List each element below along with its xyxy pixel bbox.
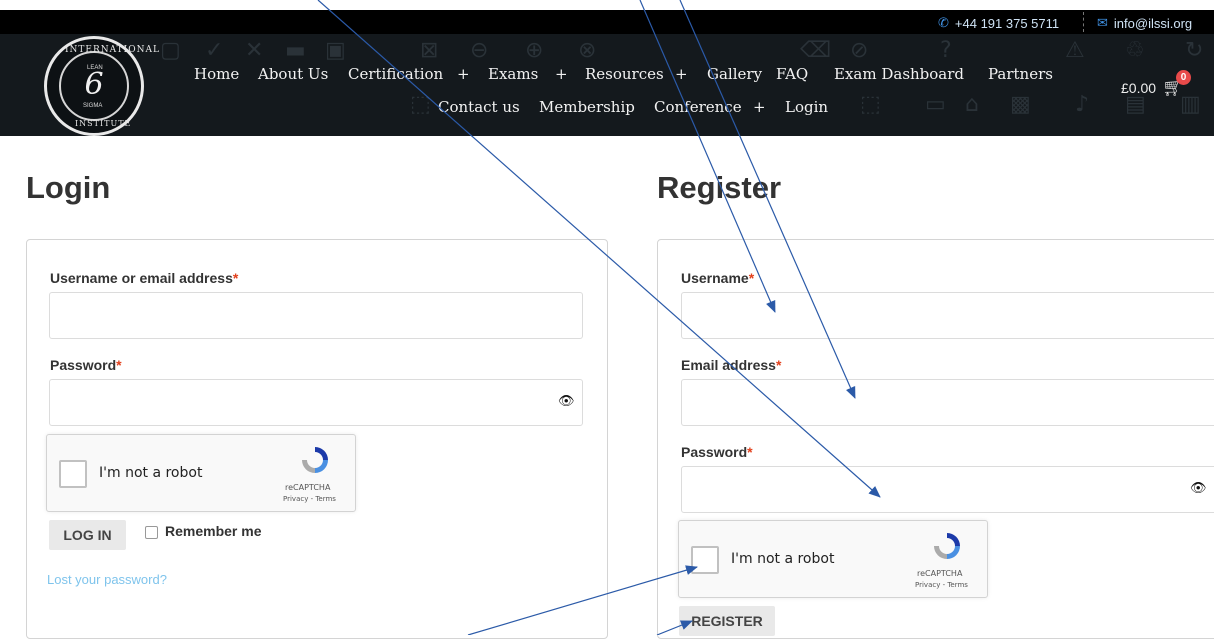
nav-faq[interactable]: FAQ	[776, 65, 808, 83]
site-header: ▢ ✓ ✕ ▬ ▣ ⊠ ⊖ ⊕ ⊗ ⌫ ⊘? ⚠ ♲ ↻ ⬚ ⬚ ▭ ⌂ ▩ ♪ ▤ ▥ INTERNATI…	[0, 34, 1214, 136]
recaptcha-label: I'm not a robot	[99, 465, 203, 481]
register-username-input[interactable]	[681, 292, 1214, 339]
envelope-icon: ✉	[1097, 15, 1108, 30]
register-recaptcha-checkbox[interactable]	[691, 546, 719, 574]
nav-resources-expand[interactable]: +	[675, 65, 688, 83]
nav-about-us[interactable]: About Us	[258, 65, 328, 83]
recaptcha-logo-icon	[302, 447, 328, 473]
nav-partners[interactable]: Partners	[988, 65, 1053, 83]
remember-me-checkbox[interactable]	[145, 526, 158, 539]
show-password-eye-icon[interactable]: 👁︎	[558, 393, 575, 409]
nav-login[interactable]: Login	[785, 98, 828, 116]
logo-text-bottom: INSTITUTE	[75, 119, 132, 128]
nav-contact-us[interactable]: Contact us	[438, 98, 520, 116]
nav-exams[interactable]: Exams	[488, 65, 538, 83]
register-password-label: Password*	[681, 444, 753, 460]
logo-six: 6	[84, 67, 104, 102]
cart-total[interactable]: £0.00	[1121, 80, 1156, 96]
register-email-input[interactable]	[681, 379, 1214, 426]
lost-password-link[interactable]: Lost your password?	[47, 572, 167, 587]
register-recaptcha-privacy-terms[interactable]: Privacy - Terms	[915, 581, 968, 589]
register-show-password-eye-icon[interactable]: 👁︎	[1190, 480, 1207, 496]
recaptcha-checkbox[interactable]	[59, 460, 87, 488]
logo-text-top: INTERNATIONAL	[65, 45, 160, 55]
phone-number: +44 191 375 5711	[954, 15, 1060, 31]
nav-membership[interactable]: Membership	[539, 98, 635, 116]
register-recaptcha: I'm not a robot reCAPTCHA Privacy - Term…	[678, 520, 988, 598]
cart-count-badge: 0	[1176, 70, 1191, 85]
contact-divider	[1083, 12, 1084, 32]
nav-gallery[interactable]: Gallery	[707, 65, 762, 83]
register-heading: Register	[657, 170, 782, 205]
nav-exams-expand[interactable]: +	[555, 65, 568, 83]
nav-conference-expand[interactable]: +	[753, 98, 766, 116]
nav-conference[interactable]: Conference	[654, 98, 742, 116]
recaptcha-privacy-terms[interactable]: Privacy - Terms	[283, 495, 336, 503]
login-heading: Login	[26, 170, 111, 205]
login-button[interactable]: LOG IN	[49, 520, 126, 550]
phone-contact[interactable]: ✆ +44 191 375 5711	[938, 15, 1059, 31]
nav-home[interactable]: Home	[194, 65, 239, 83]
nav-resources[interactable]: Resources	[585, 65, 664, 83]
logo-text-sigma: SIGMA	[83, 103, 103, 109]
register-button[interactable]: REGISTER	[679, 606, 775, 636]
email-contact[interactable]: ✉ info@ilssi.org	[1097, 15, 1192, 31]
nav-certification-expand[interactable]: +	[457, 65, 470, 83]
header-background-pattern: ▢ ✓ ✕ ▬ ▣ ⊠ ⊖ ⊕ ⊗ ⌫ ⊘? ⚠ ♲ ↻ ⬚ ⬚ ▭ ⌂ ▩ ♪ ▤ ▥	[160, 38, 1204, 117]
nav-exam-dashboard[interactable]: Exam Dashboard	[834, 65, 964, 83]
login-username-input[interactable]	[49, 292, 583, 339]
remember-me-label: Remember me	[165, 523, 262, 539]
register-password-input[interactable]	[681, 466, 1214, 513]
register-recaptcha-logo-icon	[934, 533, 960, 559]
login-username-label: Username or email address*	[50, 270, 239, 286]
phone-icon: ✆	[938, 15, 949, 30]
nav-certification[interactable]: Certification	[348, 65, 443, 83]
register-username-label: Username*	[681, 270, 755, 286]
recaptcha-brand: reCAPTCHA	[285, 483, 331, 492]
register-recaptcha-label: I'm not a robot	[731, 551, 835, 567]
register-email-label: Email address*	[681, 357, 782, 373]
login-password-input[interactable]	[49, 379, 583, 426]
login-password-label: Password*	[50, 357, 122, 373]
register-recaptcha-brand: reCAPTCHA	[917, 569, 963, 578]
email-address: info@ilssi.org	[1113, 15, 1193, 31]
login-recaptcha: I'm not a robot reCAPTCHA Privacy - Term…	[46, 434, 356, 512]
institute-logo[interactable]: INTERNATIONAL LEAN 6 SIGMA INSTITUTE	[44, 36, 159, 136]
